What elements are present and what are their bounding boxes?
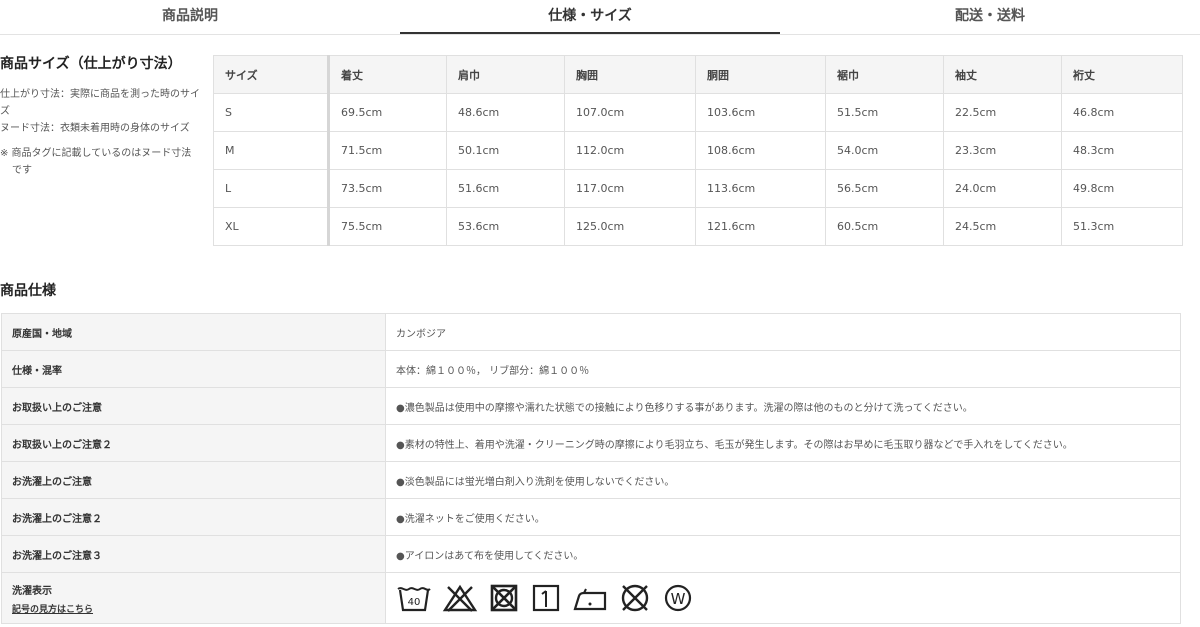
size-cell: S <box>213 93 330 132</box>
no-dry-clean-icon <box>621 584 649 612</box>
size-cell: 50.1cm <box>446 131 565 170</box>
spec-value: ●淡色製品には蛍光増白剤入り洗剤を使用しないでください。 <box>385 461 1181 499</box>
finish-size-note: 仕上がり寸法：実際に商品を測った時のサイズ <box>0 89 200 117</box>
tab-description[interactable]: 商品説明 <box>0 0 380 32</box>
size-cell: 53.6cm <box>446 207 565 246</box>
size-cell: 46.8cm <box>1061 93 1183 132</box>
no-tumble-dry-icon <box>490 584 518 612</box>
spec-key-care: 洗濯表示 記号の見方はこちら <box>1 572 386 624</box>
size-cell: 49.8cm <box>1061 169 1183 208</box>
no-bleach-icon <box>442 584 478 612</box>
col-shoulder: 肩巾 <box>446 55 565 94</box>
table-row: 原産国・地域 カンボジア <box>1 313 1181 351</box>
size-section-title: 商品サイズ（仕上がり寸法） <box>0 56 182 72</box>
table-row: お洗濯上のご注意 ●淡色製品には蛍光増白剤入り洗剤を使用しないでください。 <box>1 461 1181 499</box>
spec-key: お洗濯上のご注意２ <box>1 498 386 536</box>
table-row: L 73.5cm 51.6cm 117.0cm 113.6cm 56.5cm 2… <box>213 169 1183 208</box>
col-chest: 胸囲 <box>564 55 696 94</box>
care-label: 洗濯表示 <box>12 585 52 597</box>
size-cell: 48.6cm <box>446 93 565 132</box>
size-cell: 125.0cm <box>564 207 696 246</box>
size-cell: 60.5cm <box>825 207 944 246</box>
size-cell: 73.5cm <box>328 169 447 208</box>
spec-key: お洗濯上のご注意３ <box>1 535 386 573</box>
size-cell: 112.0cm <box>564 131 696 170</box>
size-cell: L <box>213 169 330 208</box>
spec-key: 仕様・混率 <box>1 350 386 388</box>
spec-value: ●アイロンはあて布を使用してください。 <box>385 535 1181 573</box>
size-cell: 48.3cm <box>1061 131 1183 170</box>
table-row: お洗濯上のご注意２ ●洗濯ネットをご使用ください。 <box>1 498 1181 536</box>
tag-size-note: ※ 商品タグに記載しているのはヌード寸法です <box>0 148 192 176</box>
wash-temp-label: 40 <box>408 597 421 608</box>
table-row: XL 75.5cm 53.6cm 125.0cm 121.6cm 60.5cm … <box>213 207 1183 246</box>
col-length: 着丈 <box>328 55 447 94</box>
spec-value: ●洗濯ネットをご使用ください。 <box>385 498 1181 536</box>
size-cell: 75.5cm <box>328 207 447 246</box>
spec-section-title: 商品仕様 <box>0 283 56 299</box>
care-icons-cell: 40 W <box>385 572 1181 624</box>
spec-table: 原産国・地域 カンボジア 仕様・混率 本体：綿１００％， リブ部分：綿１００％ … <box>1 313 1181 624</box>
size-cell: 69.5cm <box>328 93 447 132</box>
size-cell: 51.5cm <box>825 93 944 132</box>
size-cell: 113.6cm <box>695 169 826 208</box>
size-cell: 54.0cm <box>825 131 944 170</box>
size-cell: XL <box>213 207 330 246</box>
spec-value: ●濃色製品は使用中の摩擦や濡れた状態での接触により色移りする事があります。洗濯の… <box>385 387 1181 425</box>
nude-size-note: ヌード寸法：衣類未着用時の身体のサイズ <box>0 123 190 134</box>
hang-dry-icon <box>532 584 560 612</box>
table-row: 洗濯表示 記号の見方はこちら 40 W <box>1 572 1181 624</box>
col-sleeve: 袖丈 <box>943 55 1062 94</box>
spec-key: お洗濯上のご注意 <box>1 461 386 499</box>
col-size: サイズ <box>213 55 330 94</box>
col-waist: 胴囲 <box>695 55 826 94</box>
size-cell: 71.5cm <box>328 131 447 170</box>
wet-clean-icon: W <box>664 584 692 612</box>
spec-key: 原産国・地域 <box>1 313 386 351</box>
size-cell: M <box>213 131 330 170</box>
size-aside: 商品サイズ（仕上がり寸法） 仕上がり寸法：実際に商品を測った時のサイズ ヌード寸… <box>0 54 200 179</box>
spec-key: お取扱い上のご注意 <box>1 387 386 425</box>
tab-spec-size[interactable]: 仕様・サイズ <box>400 0 780 34</box>
wash-40-icon: 40 <box>397 587 431 612</box>
size-cell: 51.6cm <box>446 169 565 208</box>
size-cell: 103.6cm <box>695 93 826 132</box>
size-table-header: サイズ 着丈 肩巾 胸囲 胴囲 裾巾 袖丈 裄丈 <box>213 55 1183 94</box>
size-table: サイズ 着丈 肩巾 胸囲 胴囲 裾巾 袖丈 裄丈 S 69.5cm 48.6cm… <box>213 55 1183 246</box>
care-symbols-link[interactable]: 記号の見方はこちら <box>12 602 385 615</box>
size-cell: 121.6cm <box>695 207 826 246</box>
spec-value: カンボジア <box>385 313 1181 351</box>
size-cell: 117.0cm <box>564 169 696 208</box>
size-cell: 22.5cm <box>943 93 1062 132</box>
table-row: お洗濯上のご注意３ ●アイロンはあて布を使用してください。 <box>1 535 1181 573</box>
spec-key: お取扱い上のご注意２ <box>1 424 386 462</box>
table-row: お取扱い上のご注意２ ●素材の特性上、着用や洗濯・クリーニング時の摩擦により毛羽… <box>1 424 1181 462</box>
table-row: M 71.5cm 50.1cm 112.0cm 108.6cm 54.0cm 2… <box>213 131 1183 170</box>
size-cell: 51.3cm <box>1061 207 1183 246</box>
size-cell: 108.6cm <box>695 131 826 170</box>
care-icons: 40 W <box>396 583 1180 613</box>
spec-value: 本体：綿１００％， リブ部分：綿１００％ <box>385 350 1181 388</box>
table-row: 仕様・混率 本体：綿１００％， リブ部分：綿１００％ <box>1 350 1181 388</box>
iron-low-icon <box>573 588 607 611</box>
size-cell: 23.3cm <box>943 131 1062 170</box>
size-cell: 24.5cm <box>943 207 1062 246</box>
spec-value: ●素材の特性上、着用や洗濯・クリーニング時の摩擦により毛羽立ち、毛玉が発生します… <box>385 424 1181 462</box>
col-hem: 裾巾 <box>825 55 944 94</box>
wet-clean-letter: W <box>671 590 686 608</box>
size-cell: 24.0cm <box>943 169 1062 208</box>
tab-bar: 商品説明 仕様・サイズ 配送・送料 <box>0 0 1200 35</box>
table-row: S 69.5cm 48.6cm 107.0cm 103.6cm 51.5cm 2… <box>213 93 1183 132</box>
size-cell: 107.0cm <box>564 93 696 132</box>
size-cell: 56.5cm <box>825 169 944 208</box>
table-row: お取扱い上のご注意 ●濃色製品は使用中の摩擦や濡れた状態での接触により色移りする… <box>1 387 1181 425</box>
col-yuki: 裄丈 <box>1061 55 1183 94</box>
tab-shipping[interactable]: 配送・送料 <box>800 0 1180 32</box>
